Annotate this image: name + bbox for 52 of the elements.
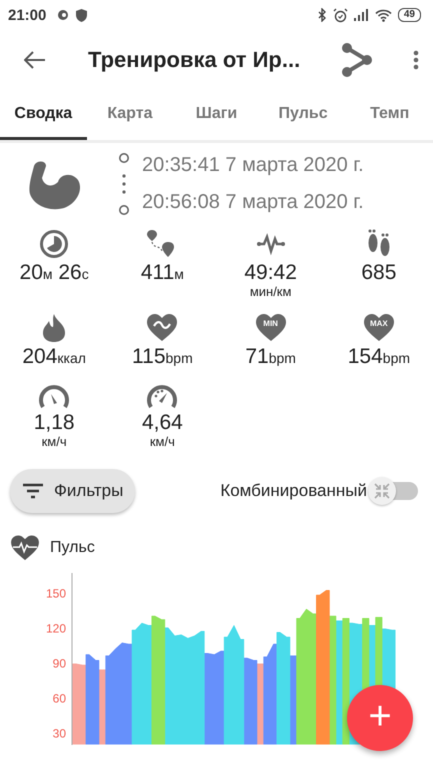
signal-icon: [354, 9, 369, 21]
shield-icon: [76, 8, 88, 22]
combined-toggle[interactable]: [367, 476, 419, 506]
axis-tick-label: 120: [46, 622, 66, 636]
start-time: 20:35:41 7 марта 2020 г.: [142, 154, 364, 177]
stat-value: 49:42: [244, 261, 297, 285]
compress-arrows-icon: [374, 483, 390, 499]
heart-icon: MIN: [254, 313, 288, 343]
axis-tick-label: 60: [52, 692, 66, 706]
battery-icon: 49: [398, 8, 421, 22]
back-arrow-icon[interactable]: [24, 51, 46, 69]
end-time: 20:56:08 7 марта 2020 г.: [142, 191, 364, 214]
bluetooth-icon: [318, 8, 327, 22]
stat-value: 204ккал: [22, 345, 86, 369]
section-title: Пульс: [50, 539, 95, 557]
stat-value: 115bpm: [132, 345, 193, 369]
status-time: 21:00: [8, 6, 46, 24]
heart-icon: MAX: [362, 313, 396, 343]
stat-value: 685: [361, 261, 396, 285]
add-button[interactable]: +: [347, 685, 413, 751]
axis-tick-label: 90: [52, 656, 66, 671]
workout-title: Тренировка от Ир...: [88, 47, 302, 73]
heart-wave-icon: [146, 313, 178, 343]
stat-value: 20м 26с: [20, 261, 89, 285]
axis-tick-label: 150: [46, 586, 66, 601]
stat-unit: км/ч: [150, 434, 175, 449]
share-icon[interactable]: [341, 42, 373, 78]
notification-icon: [56, 9, 70, 21]
heart-rate-icon: [10, 535, 40, 561]
flame-icon: [41, 313, 68, 343]
filter-button[interactable]: Фильтры: [10, 469, 136, 513]
filter-icon: [22, 483, 44, 499]
stat-value: 4,64: [142, 411, 183, 435]
toggle-label: Комбинированный: [220, 481, 367, 501]
wifi-icon: [374, 8, 392, 22]
stat-value: 154bpm: [348, 345, 410, 369]
stat-value: 71bpm: [245, 345, 296, 369]
tab[interactable]: Темп: [346, 90, 433, 140]
timer-icon: [39, 229, 70, 259]
stat-value: 1,18: [34, 411, 75, 435]
timeline-icon: [118, 152, 130, 216]
stat-unit: км/ч: [42, 434, 67, 449]
stat-value: 411м: [140, 261, 184, 285]
speedometer-icon: [38, 383, 70, 409]
tab[interactable]: Шаги: [173, 90, 260, 140]
alarm-icon: [332, 8, 348, 22]
speedometer-icon: [146, 383, 178, 409]
tab[interactable]: Пульс: [260, 90, 346, 140]
axis-tick-label: 30: [52, 726, 66, 741]
more-menu-icon[interactable]: [413, 50, 419, 70]
stat-unit: мин/км: [250, 284, 292, 299]
tab[interactable]: Карта: [86, 90, 174, 140]
